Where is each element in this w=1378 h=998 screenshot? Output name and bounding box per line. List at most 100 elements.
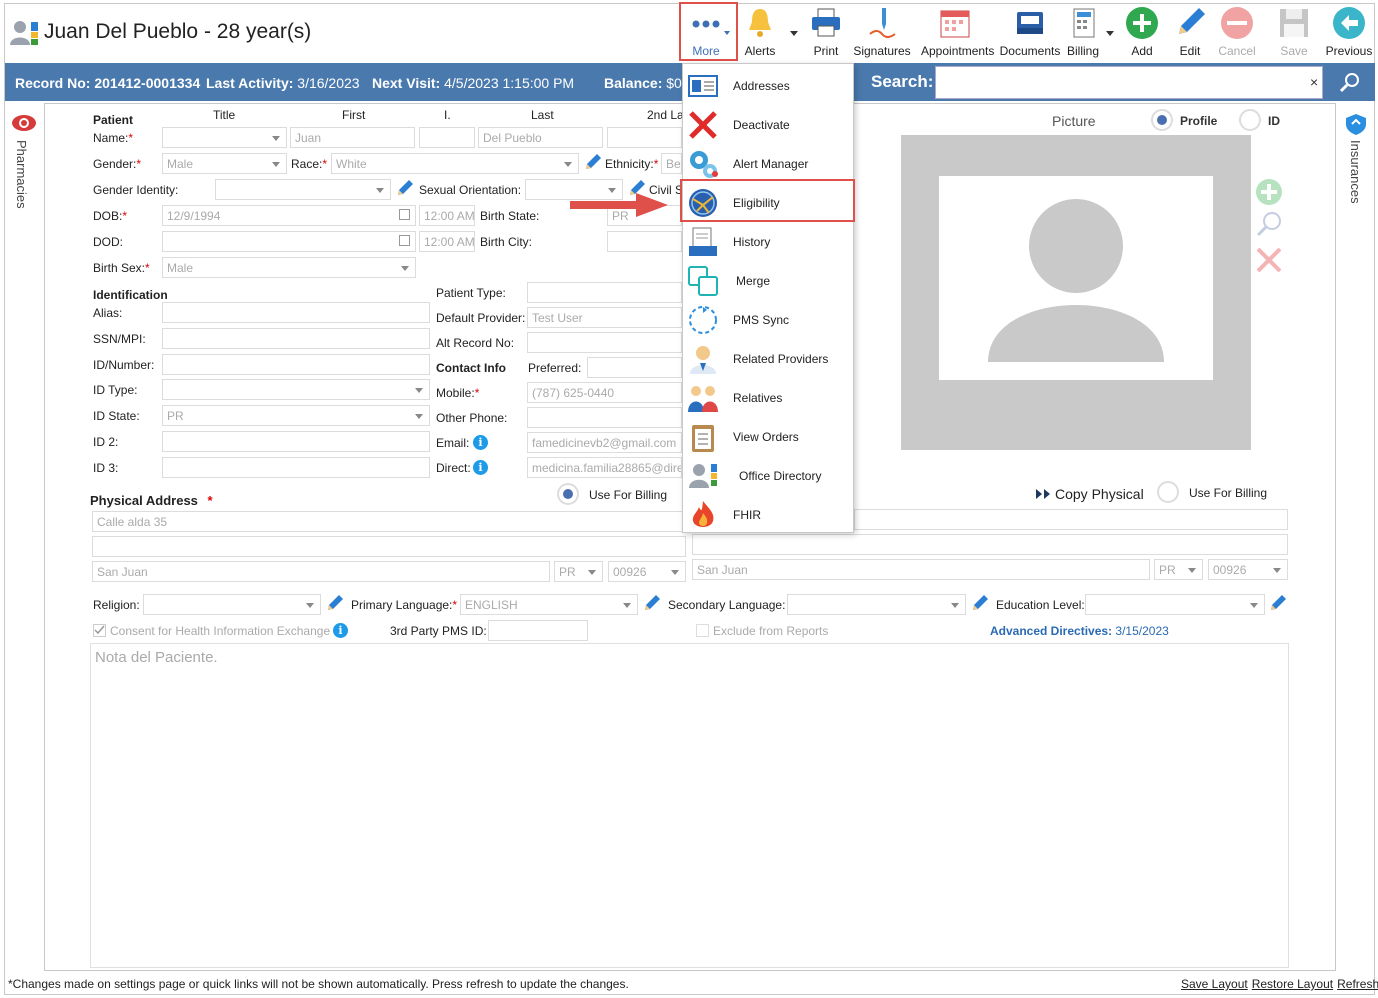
menu-item-addresses[interactable]: Addresses — [683, 66, 853, 105]
menu-item-pms-sync[interactable]: PMS Sync — [683, 300, 853, 339]
mailing-zip-select[interactable]: 00926 — [1208, 559, 1288, 580]
pharmacy-eye-icon[interactable] — [11, 112, 37, 134]
menu-item-view-orders[interactable]: View Orders — [683, 417, 853, 456]
exclude-reports-checkbox[interactable] — [696, 624, 709, 637]
refresh-link[interactable]: Refresh — [1337, 977, 1378, 991]
direct-info-icon[interactable]: i — [473, 460, 488, 475]
search-clear-button[interactable]: × — [1310, 74, 1318, 90]
id3-input[interactable] — [162, 457, 430, 478]
education-edit-pencil-icon[interactable] — [1269, 594, 1287, 612]
save-button[interactable]: Save — [1266, 4, 1322, 60]
gender-identity-edit-pencil-icon[interactable] — [396, 179, 414, 197]
birth-sex-select[interactable]: Male — [162, 257, 416, 278]
dob-time-input[interactable]: 12:00 AM — [419, 205, 475, 226]
mobile-input[interactable]: (787) 625-0440 — [527, 382, 682, 403]
email-input[interactable]: famedicinevb2@gmail.com — [527, 432, 682, 453]
gender-select[interactable]: Male — [162, 153, 287, 174]
insurances-tab[interactable]: Insurances — [1348, 140, 1363, 204]
pms-id-input[interactable] — [488, 620, 588, 641]
id-number-input[interactable] — [162, 354, 430, 375]
alt-record-input[interactable] — [527, 332, 682, 353]
dob-date-input[interactable]: 12/9/1994 — [162, 205, 416, 226]
calendar-icon[interactable] — [399, 235, 410, 246]
second-last-input[interactable] — [607, 127, 682, 148]
menu-item-office-directory[interactable]: Office Directory — [683, 456, 853, 495]
calculator-icon — [1066, 6, 1100, 40]
race-edit-pencil-icon[interactable] — [584, 153, 602, 171]
initial-input[interactable] — [419, 127, 475, 148]
race-select[interactable]: White — [331, 153, 579, 174]
appointments-button[interactable]: Appointments — [921, 4, 994, 60]
mailing-line2-input[interactable] — [692, 534, 1288, 555]
menu-item-alert-manager[interactable]: Alert Manager — [683, 144, 853, 183]
signatures-button[interactable]: Signatures — [853, 4, 911, 60]
education-select[interactable] — [1085, 594, 1265, 615]
use-for-billing-radio[interactable] — [557, 483, 579, 505]
mailing-city-input[interactable]: San Juan — [692, 559, 1150, 580]
mailing-line1-input[interactable] — [854, 509, 1288, 530]
pharmacies-tab[interactable]: Pharmacies — [14, 140, 29, 209]
mailing-use-for-billing-radio[interactable] — [1157, 481, 1179, 503]
religion-edit-pencil-icon[interactable] — [326, 594, 344, 612]
dod-time-input[interactable]: 12:00 AM — [419, 231, 475, 252]
menu-item-deactivate[interactable]: Deactivate — [683, 105, 853, 144]
menu-item-related-providers[interactable]: Related Providers — [683, 339, 853, 378]
alerts-button[interactable]: Alerts — [732, 4, 798, 60]
id-type-select[interactable] — [162, 379, 430, 400]
patient-type-select[interactable] — [527, 282, 682, 303]
delete-picture-icon[interactable] — [1255, 246, 1283, 277]
direct-input[interactable]: medicina.familia28865@direc — [527, 457, 682, 478]
search-button[interactable] — [1325, 64, 1375, 101]
last-name-input[interactable]: Del Pueblo — [478, 127, 603, 148]
mailing-state-select[interactable]: PR — [1154, 559, 1203, 580]
menu-item-history[interactable]: History — [683, 222, 853, 261]
copy-physical-button[interactable]: Copy Physical — [1055, 486, 1144, 502]
menu-item-relatives[interactable]: Relatives — [683, 378, 853, 417]
secondary-language-edit-pencil-icon[interactable] — [971, 594, 989, 612]
id-radio[interactable] — [1239, 109, 1261, 131]
address-line1-input[interactable]: Calle alda 35 — [92, 511, 686, 532]
first-name-input[interactable]: Juan — [290, 127, 415, 148]
address-line2-input[interactable] — [92, 536, 686, 557]
menu-item-fhir[interactable]: FHIR — [683, 495, 853, 534]
gender-identity-select[interactable] — [215, 179, 391, 200]
zip-select[interactable]: 00926 — [608, 561, 686, 582]
ethnicity-select[interactable]: Bel — [661, 153, 682, 174]
religion-select[interactable] — [143, 594, 321, 615]
default-provider-select[interactable]: Test User — [527, 307, 682, 328]
alias-input[interactable] — [162, 302, 430, 323]
add-picture-icon[interactable] — [1255, 178, 1283, 209]
print-button[interactable]: Print — [798, 4, 854, 60]
title-select[interactable] — [162, 127, 287, 148]
primary-language-edit-pencil-icon[interactable] — [643, 594, 661, 612]
city-input[interactable]: San Juan — [92, 561, 550, 582]
primary-language-select[interactable]: ENGLISH — [460, 594, 638, 615]
advanced-directives-link[interactable]: Advanced Directives: 3/15/2023 — [990, 624, 1169, 638]
insurance-shield-icon[interactable] — [1344, 112, 1368, 136]
secondary-language-select[interactable] — [787, 594, 966, 615]
restore-layout-link[interactable]: Restore Layout — [1252, 977, 1333, 991]
ssn-input[interactable] — [162, 328, 430, 349]
id2-input[interactable] — [162, 431, 430, 452]
state-select[interactable]: PR — [554, 561, 603, 582]
search-input[interactable] — [935, 66, 1323, 99]
double-chevron-right-icon[interactable] — [1036, 488, 1052, 503]
previous-button[interactable]: Previous — [1321, 4, 1377, 60]
menu-item-merge[interactable]: Merge — [683, 261, 853, 300]
profile-radio[interactable] — [1151, 109, 1173, 131]
consent-checkbox[interactable] — [93, 624, 106, 637]
billing-button[interactable]: Billing — [1055, 4, 1114, 60]
other-phone-input[interactable] — [527, 407, 682, 428]
consent-info-icon[interactable]: i — [333, 623, 348, 638]
calendar-icon[interactable] — [399, 209, 410, 220]
profile-picture[interactable] — [939, 176, 1213, 380]
cancel-button[interactable]: Cancel — [1209, 4, 1265, 60]
id-state-select[interactable]: PR — [162, 405, 430, 426]
patient-note-textarea[interactable] — [90, 643, 1289, 968]
birth-city-input[interactable] — [607, 231, 682, 252]
dod-date-input[interactable] — [162, 231, 416, 252]
save-layout-link[interactable]: Save Layout — [1181, 977, 1248, 991]
email-info-icon[interactable]: i — [473, 435, 488, 450]
preferred-select[interactable] — [587, 357, 682, 378]
zoom-picture-icon[interactable] — [1255, 210, 1283, 241]
